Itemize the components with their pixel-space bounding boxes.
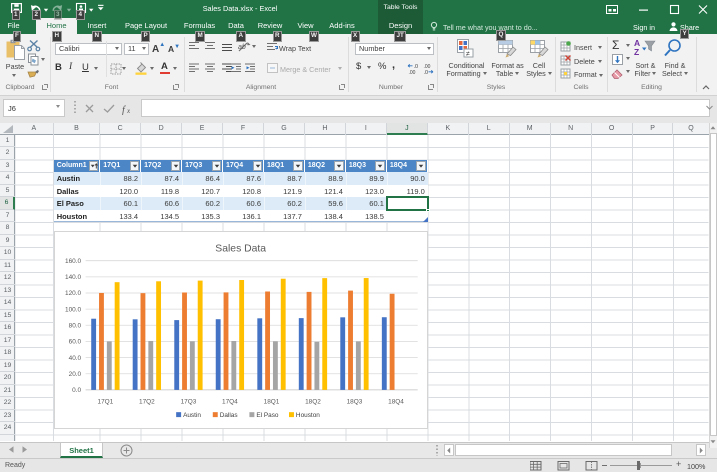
svg-text:El Paso: El Paso — [256, 412, 279, 419]
svg-text:Z: Z — [634, 47, 639, 57]
svg-text:≠: ≠ — [466, 51, 470, 58]
svg-text:18Q2: 18Q2 — [305, 398, 321, 405]
svg-text:17Q3: 17Q3 — [181, 398, 197, 405]
svg-text:f: f — [122, 105, 126, 115]
svg-text:160.0: 160.0 — [65, 258, 81, 265]
svg-text:17Q2: 17Q2 — [139, 398, 155, 405]
svg-text:18Q3: 18Q3 — [347, 398, 363, 405]
svg-text:Houston: Houston — [296, 412, 320, 419]
svg-text:ab: ab — [238, 44, 246, 51]
svg-text:Dallas: Dallas — [220, 412, 238, 419]
svg-text:17Q1: 17Q1 — [98, 398, 114, 405]
svg-text:120.0: 120.0 — [65, 290, 81, 297]
svg-text:x: x — [126, 107, 131, 115]
svg-text:40.0: 40.0 — [69, 355, 82, 362]
svg-text:80.0: 80.0 — [69, 323, 82, 330]
svg-text:60.0: 60.0 — [69, 339, 82, 346]
svg-text:18Q4: 18Q4 — [388, 398, 404, 405]
svg-text:0.0: 0.0 — [72, 387, 81, 394]
svg-text:140.0: 140.0 — [65, 274, 81, 281]
svg-text:100.0: 100.0 — [65, 306, 81, 313]
svg-text:20.0: 20.0 — [69, 371, 82, 378]
svg-text:18Q1: 18Q1 — [264, 398, 280, 405]
svg-text:Sales Data: Sales Data — [215, 243, 266, 254]
svg-text:Austin: Austin — [183, 412, 201, 419]
svg-text:17Q4: 17Q4 — [222, 398, 238, 405]
svg-text:.00: .00 — [409, 70, 416, 74]
svg-text:.0: .0 — [424, 70, 429, 74]
